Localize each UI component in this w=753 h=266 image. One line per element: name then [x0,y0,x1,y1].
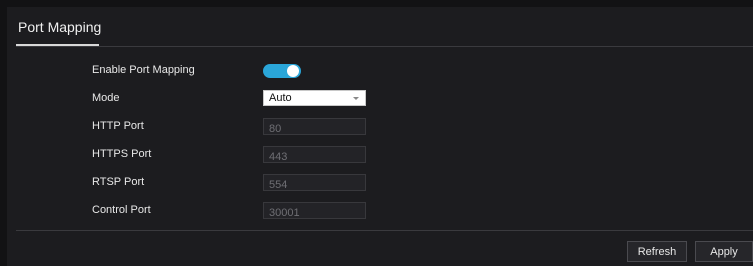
mode-select[interactable]: Auto [263,90,366,106]
rtsp-port-input[interactable] [264,177,365,193]
port-mapping-panel: Port Mapping Enable Port Mapping Mode Au… [7,7,753,266]
https-port-field[interactable] [263,146,366,165]
tab-port-mapping[interactable]: Port Mapping [18,19,101,35]
footer-divider [16,230,753,231]
rtsp-port-label: RTSP Port [92,176,145,188]
control-port-input[interactable] [264,205,365,221]
http-port-label: HTTP Port [92,120,144,132]
control-port-label: Control Port [92,204,151,216]
rtsp-port-field[interactable] [263,174,366,193]
refresh-button[interactable]: Refresh [627,241,687,262]
http-port-input[interactable] [264,121,365,137]
https-port-input[interactable] [264,149,365,165]
apply-button[interactable]: Apply [695,241,753,262]
chevron-down-icon [353,97,359,100]
mode-label: Mode [92,92,120,104]
https-port-label: HTTPS Port [92,148,152,160]
control-port-field[interactable] [263,202,366,221]
mode-select-value: Auto [269,92,292,104]
header-divider [16,46,753,47]
http-port-field[interactable] [263,118,366,137]
toggle-knob [287,65,299,77]
enable-port-mapping-toggle[interactable] [263,64,301,78]
enable-port-mapping-label: Enable Port Mapping [92,64,195,76]
